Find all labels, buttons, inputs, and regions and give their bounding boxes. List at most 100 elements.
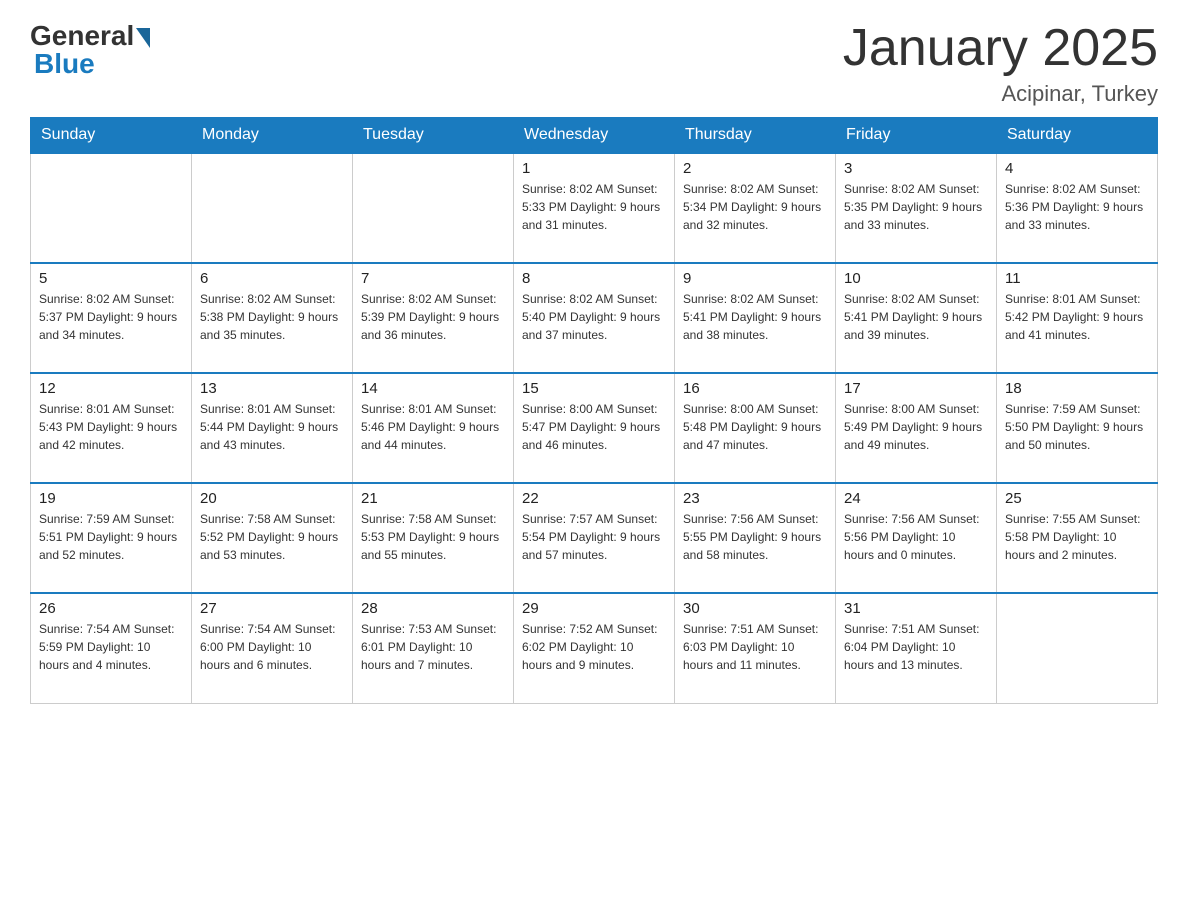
table-row [192,153,353,263]
calendar-table: Sunday Monday Tuesday Wednesday Thursday… [30,117,1158,704]
day-info: Sunrise: 8:02 AM Sunset: 5:40 PM Dayligh… [522,290,666,344]
day-info: Sunrise: 7:53 AM Sunset: 6:01 PM Dayligh… [361,620,505,674]
day-info: Sunrise: 8:00 AM Sunset: 5:47 PM Dayligh… [522,400,666,454]
day-info: Sunrise: 8:01 AM Sunset: 5:42 PM Dayligh… [1005,290,1149,344]
day-number: 9 [683,270,827,287]
day-info: Sunrise: 7:54 AM Sunset: 5:59 PM Dayligh… [39,620,183,674]
day-number: 3 [844,160,988,177]
col-wednesday: Wednesday [514,118,675,154]
table-row: 16 Sunrise: 8:00 AM Sunset: 5:48 PM Dayli… [675,373,836,483]
col-tuesday: Tuesday [353,118,514,154]
title-section: January 2025 Acipinar, Turkey [843,20,1158,107]
day-number: 30 [683,600,827,617]
day-number: 4 [1005,160,1149,177]
day-info: Sunrise: 7:51 AM Sunset: 6:03 PM Dayligh… [683,620,827,674]
day-number: 5 [39,270,183,287]
day-number: 8 [522,270,666,287]
day-number: 13 [200,380,344,397]
table-row: 7 Sunrise: 8:02 AM Sunset: 5:39 PM Daylig… [353,263,514,373]
table-row [997,593,1158,703]
day-number: 24 [844,490,988,507]
day-number: 1 [522,160,666,177]
day-number: 23 [683,490,827,507]
day-number: 26 [39,600,183,617]
day-number: 28 [361,600,505,617]
col-friday: Friday [836,118,997,154]
table-row: 4 Sunrise: 8:02 AM Sunset: 5:36 PM Daylig… [997,153,1158,263]
table-row: 19 Sunrise: 7:59 AM Sunset: 5:51 PM Dayli… [31,483,192,593]
table-row: 14 Sunrise: 8:01 AM Sunset: 5:46 PM Dayli… [353,373,514,483]
table-row: 24 Sunrise: 7:56 AM Sunset: 5:56 PM Dayli… [836,483,997,593]
col-sunday: Sunday [31,118,192,154]
calendar-week-row: 19 Sunrise: 7:59 AM Sunset: 5:51 PM Dayli… [31,483,1158,593]
calendar-week-row: 12 Sunrise: 8:01 AM Sunset: 5:43 PM Dayli… [31,373,1158,483]
day-info: Sunrise: 7:51 AM Sunset: 6:04 PM Dayligh… [844,620,988,674]
table-row: 23 Sunrise: 7:56 AM Sunset: 5:55 PM Dayli… [675,483,836,593]
table-row: 15 Sunrise: 8:00 AM Sunset: 5:47 PM Dayli… [514,373,675,483]
table-row: 10 Sunrise: 8:02 AM Sunset: 5:41 PM Dayli… [836,263,997,373]
table-row [353,153,514,263]
table-row: 17Sunrise: 8:00 AM Sunset: 5:49 PM Dayli… [836,373,997,483]
day-info: Sunrise: 8:01 AM Sunset: 5:46 PM Dayligh… [361,400,505,454]
day-info: Sunrise: 8:02 AM Sunset: 5:41 PM Dayligh… [844,290,988,344]
table-row: 12 Sunrise: 8:01 AM Sunset: 5:43 PM Dayli… [31,373,192,483]
day-info: Sunrise: 7:54 AM Sunset: 6:00 PM Dayligh… [200,620,344,674]
day-info: Sunrise: 8:02 AM Sunset: 5:34 PM Dayligh… [683,180,827,234]
calendar-week-row: 1 Sunrise: 8:02 AM Sunset: 5:33 PM Daylig… [31,153,1158,263]
logo-triangle-icon [136,28,150,48]
day-number: 10 [844,270,988,287]
day-info: Sunrise: 8:00 AM Sunset: 5:49 PM Dayligh… [844,400,988,454]
table-row: 9 Sunrise: 8:02 AM Sunset: 5:41 PM Daylig… [675,263,836,373]
location-label: Acipinar, Turkey [843,81,1158,107]
day-number: 29 [522,600,666,617]
day-info: Sunrise: 7:58 AM Sunset: 5:53 PM Dayligh… [361,510,505,564]
table-row: 29 Sunrise: 7:52 AM Sunset: 6:02 PM Dayli… [514,593,675,703]
col-monday: Monday [192,118,353,154]
day-number: 22 [522,490,666,507]
table-row: 1 Sunrise: 8:02 AM Sunset: 5:33 PM Daylig… [514,153,675,263]
table-row: 3 Sunrise: 8:02 AM Sunset: 5:35 PM Daylig… [836,153,997,263]
day-number: 7 [361,270,505,287]
day-number: 31 [844,600,988,617]
day-info: Sunrise: 8:02 AM Sunset: 5:38 PM Dayligh… [200,290,344,344]
table-row: 8 Sunrise: 8:02 AM Sunset: 5:40 PM Daylig… [514,263,675,373]
day-info: Sunrise: 8:02 AM Sunset: 5:35 PM Dayligh… [844,180,988,234]
day-info: Sunrise: 8:02 AM Sunset: 5:39 PM Dayligh… [361,290,505,344]
day-number: 15 [522,380,666,397]
day-number: 6 [200,270,344,287]
table-row: 31 Sunrise: 7:51 AM Sunset: 6:04 PM Dayli… [836,593,997,703]
day-info: Sunrise: 8:02 AM Sunset: 5:33 PM Dayligh… [522,180,666,234]
table-row: 25Sunrise: 7:55 AM Sunset: 5:58 PM Dayli… [997,483,1158,593]
day-number: 20 [200,490,344,507]
calendar-week-row: 5Sunrise: 8:02 AM Sunset: 5:37 PM Daylig… [31,263,1158,373]
calendar-week-row: 26 Sunrise: 7:54 AM Sunset: 5:59 PM Dayli… [31,593,1158,703]
day-number: 16 [683,380,827,397]
table-row: 5Sunrise: 8:02 AM Sunset: 5:37 PM Daylig… [31,263,192,373]
day-number: 11 [1005,270,1149,287]
day-info: Sunrise: 8:01 AM Sunset: 5:43 PM Dayligh… [39,400,183,454]
day-number: 18 [1005,380,1149,397]
day-info: Sunrise: 7:55 AM Sunset: 5:58 PM Dayligh… [1005,510,1149,564]
table-row: 6 Sunrise: 8:02 AM Sunset: 5:38 PM Daylig… [192,263,353,373]
day-number: 2 [683,160,827,177]
day-number: 12 [39,380,183,397]
day-info: Sunrise: 7:56 AM Sunset: 5:56 PM Dayligh… [844,510,988,564]
table-row: 13 Sunrise: 8:01 AM Sunset: 5:44 PM Dayli… [192,373,353,483]
day-info: Sunrise: 7:56 AM Sunset: 5:55 PM Dayligh… [683,510,827,564]
day-info: Sunrise: 8:01 AM Sunset: 5:44 PM Dayligh… [200,400,344,454]
day-info: Sunrise: 7:59 AM Sunset: 5:51 PM Dayligh… [39,510,183,564]
table-row: 27 Sunrise: 7:54 AM Sunset: 6:00 PM Dayli… [192,593,353,703]
day-info: Sunrise: 8:00 AM Sunset: 5:48 PM Dayligh… [683,400,827,454]
day-info: Sunrise: 8:02 AM Sunset: 5:41 PM Dayligh… [683,290,827,344]
month-title: January 2025 [843,20,1158,77]
day-number: 27 [200,600,344,617]
day-number: 14 [361,380,505,397]
day-info: Sunrise: 7:52 AM Sunset: 6:02 PM Dayligh… [522,620,666,674]
table-row [31,153,192,263]
table-row: 18Sunrise: 7:59 AM Sunset: 5:50 PM Dayli… [997,373,1158,483]
logo-blue-text: Blue [34,48,95,80]
col-saturday: Saturday [997,118,1158,154]
day-info: Sunrise: 8:02 AM Sunset: 5:36 PM Dayligh… [1005,180,1149,234]
day-number: 19 [39,490,183,507]
logo: General Blue [30,20,150,80]
